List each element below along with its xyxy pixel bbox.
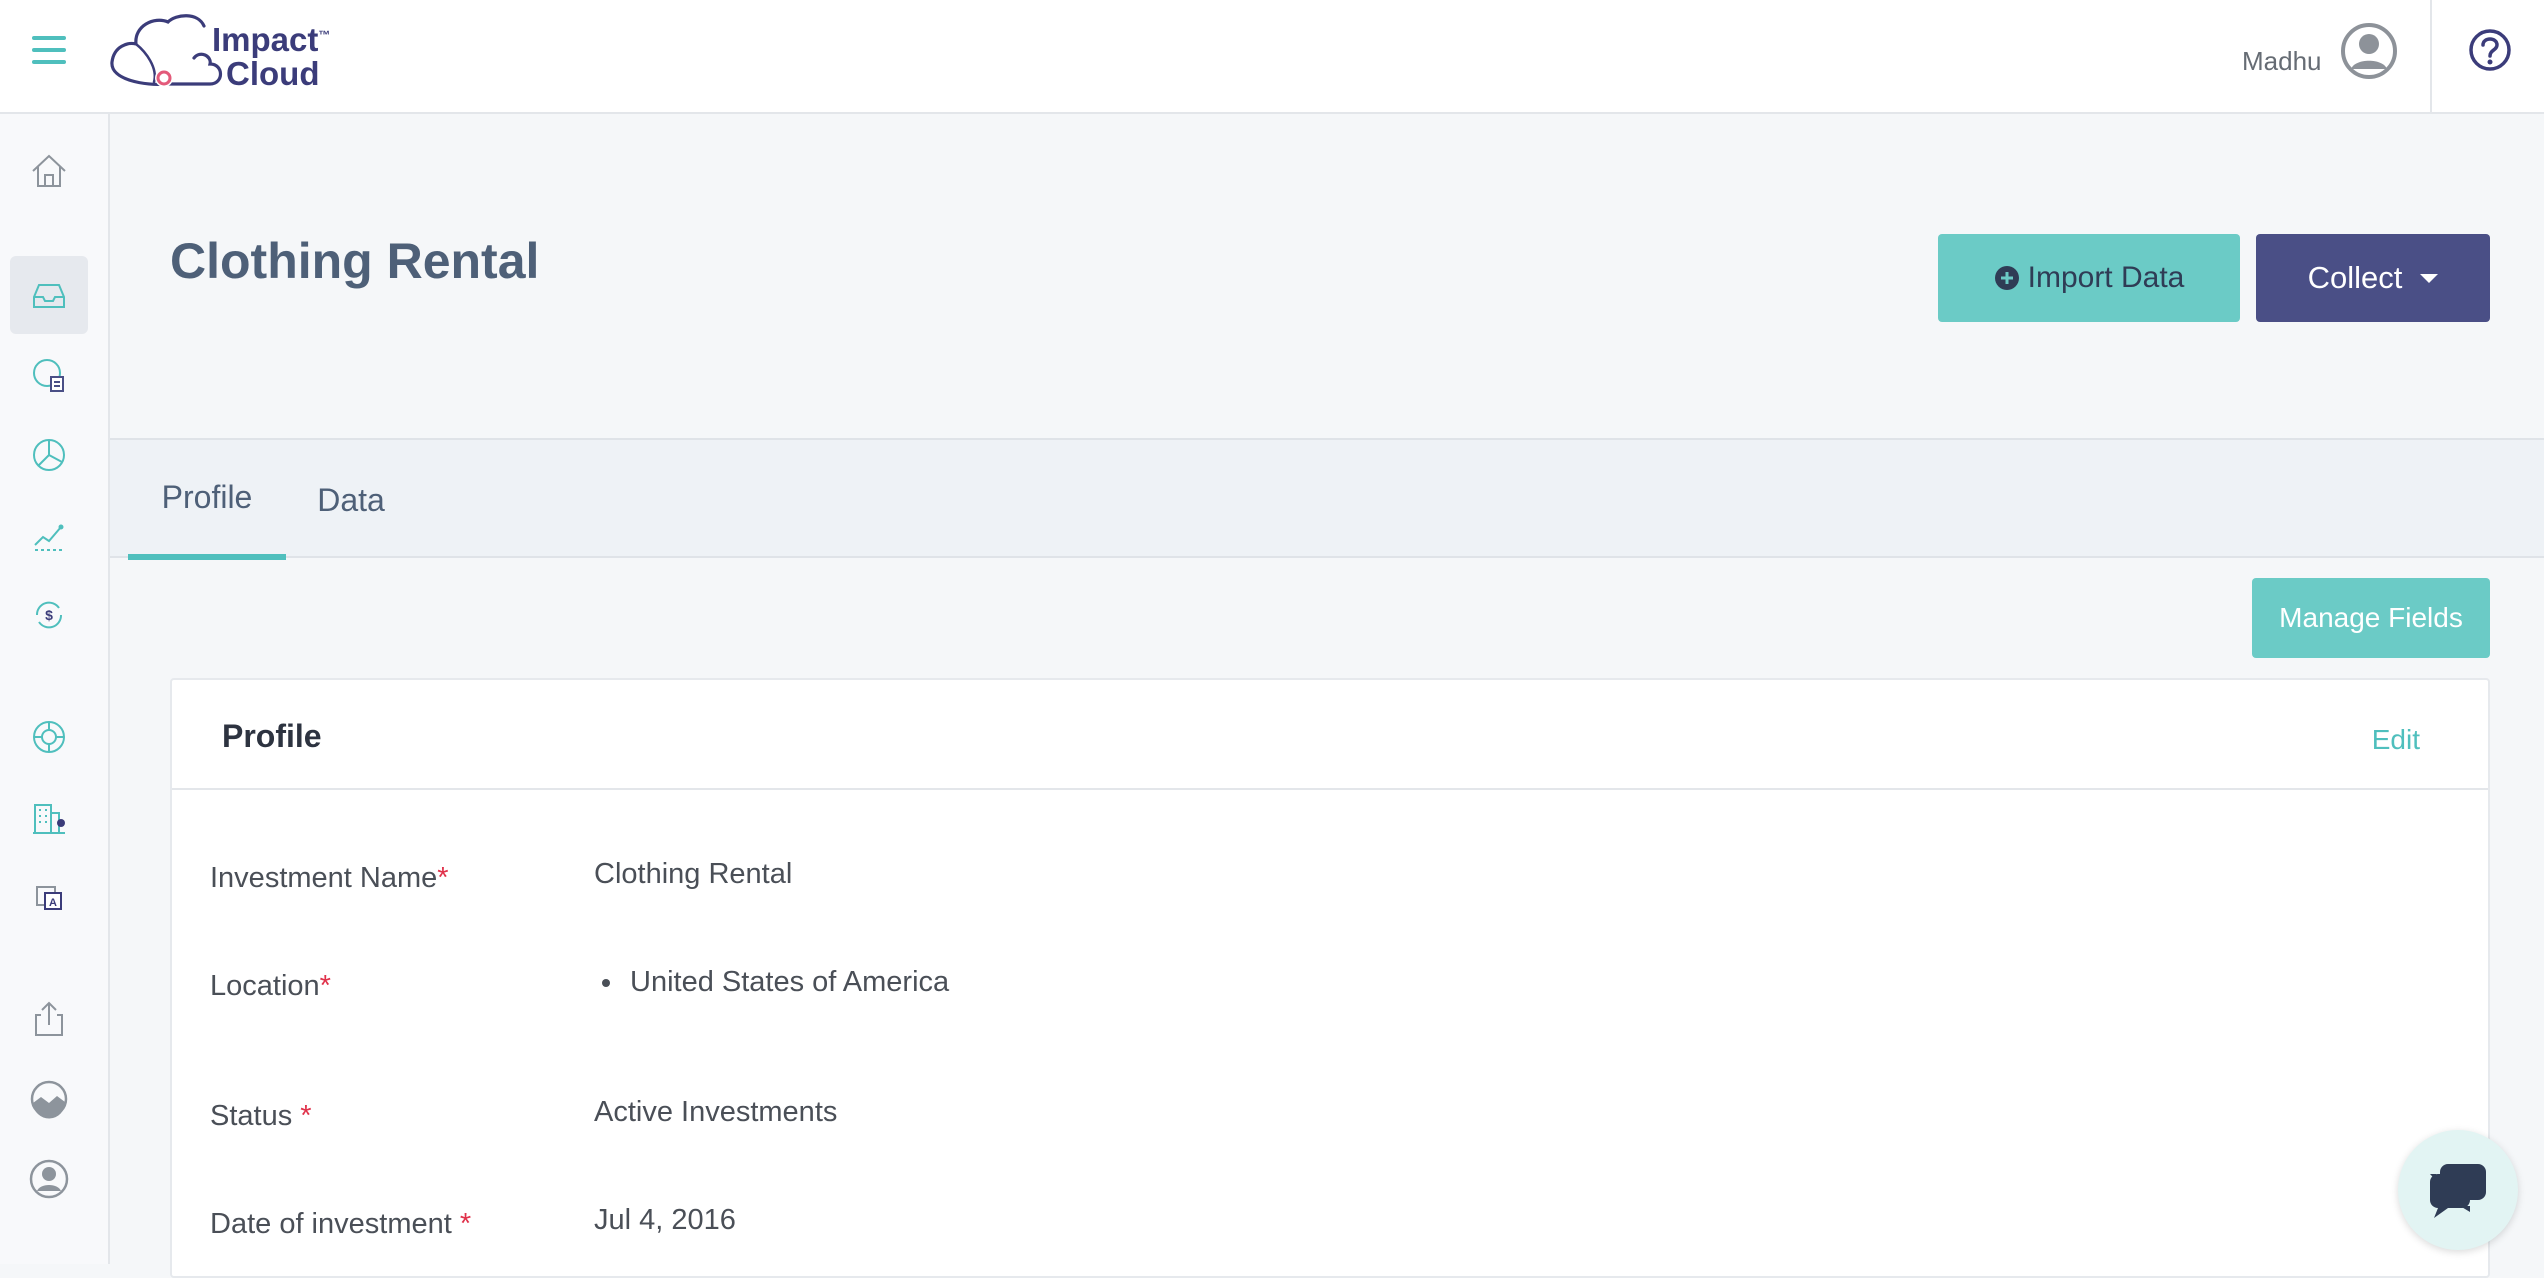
required-marker: * xyxy=(459,1208,472,1240)
page-title: Clothing Rental xyxy=(170,233,540,289)
trend-chart-icon xyxy=(34,524,64,551)
list-bullet xyxy=(602,979,610,988)
left-sidebar: $ A xyxy=(0,114,110,1264)
collect-label: Collect xyxy=(2307,260,2403,295)
sidebar-support[interactable] xyxy=(10,698,88,776)
required-marker: * xyxy=(437,862,449,894)
field-value-location: United States of America xyxy=(596,966,949,999)
field-label-date-of-investment: Date of investment * xyxy=(210,1208,471,1241)
topbar-divider xyxy=(2430,0,2432,114)
edit-profile-link[interactable]: Edit xyxy=(2372,724,2420,756)
support-icon xyxy=(33,721,65,753)
sidebar-landscape[interactable] xyxy=(10,1060,88,1138)
translate-icon: A xyxy=(36,886,62,910)
profile-card: Profile Edit Investment Name* Clothing R… xyxy=(170,678,2490,1278)
user-name[interactable]: Madhu xyxy=(2242,46,2322,77)
sidebar-trend-chart[interactable] xyxy=(10,496,88,574)
logo-text: Impact™ Cloud xyxy=(212,18,330,91)
field-label-status: Status * xyxy=(210,1100,312,1133)
sidebar-export[interactable] xyxy=(10,980,88,1058)
export-icon xyxy=(35,1001,63,1036)
survey-icon xyxy=(33,359,64,392)
inbox-icon xyxy=(33,284,65,308)
profile-card-title: Profile xyxy=(222,718,322,754)
required-marker: * xyxy=(319,970,331,1002)
sidebar-finance[interactable]: $ xyxy=(10,576,88,654)
logo-line2: Cloud xyxy=(226,55,320,92)
chat-widget-button[interactable] xyxy=(2398,1130,2518,1250)
logo-trademark: ™ xyxy=(318,28,331,42)
sidebar-inbox[interactable] xyxy=(10,256,88,334)
tab-data[interactable]: Data xyxy=(296,440,406,560)
chat-icon xyxy=(2430,1164,2486,1218)
sidebar-translate[interactable]: A xyxy=(10,858,88,936)
import-data-label: Import Data xyxy=(2027,261,2185,294)
home-icon xyxy=(32,154,66,187)
location-value: United States of America xyxy=(630,966,950,998)
finance-icon: $ xyxy=(35,601,63,629)
field-value-status: Active Investments xyxy=(594,1096,838,1128)
building-icon xyxy=(33,804,65,834)
date-of-investment-label: Date of investment xyxy=(210,1208,460,1240)
import-data-button[interactable]: Import Data xyxy=(1938,234,2240,322)
field-label-investment-name: Investment Name* xyxy=(210,862,449,895)
field-label-location: Location* xyxy=(210,970,331,1003)
location-label: Location xyxy=(210,970,320,1002)
main-content: Clothing Rental Import Data Collect Prof… xyxy=(110,114,2544,1278)
hamburger-menu-icon[interactable] xyxy=(32,36,66,66)
investment-name-label: Investment Name xyxy=(210,862,438,894)
status-label: Status xyxy=(210,1100,301,1132)
required-marker: * xyxy=(300,1100,312,1132)
manage-fields-button[interactable]: Manage Fields xyxy=(2252,578,2490,658)
top-bar: Impact™ Cloud Madhu xyxy=(0,0,2544,114)
help-icon[interactable] xyxy=(2468,28,2512,72)
svg-text:A: A xyxy=(49,897,57,909)
svg-text:$: $ xyxy=(45,607,53,623)
tabs-bar: Profile Data xyxy=(110,438,2544,560)
field-value-date-of-investment: Jul 4, 2016 xyxy=(594,1204,736,1236)
tab-profile[interactable]: Profile xyxy=(128,440,286,560)
sidebar-survey[interactable] xyxy=(10,336,88,414)
sidebar-user-account[interactable] xyxy=(10,1140,88,1218)
plus-circle-icon xyxy=(1994,266,2019,290)
pie-chart-icon xyxy=(33,439,65,471)
user-avatar-icon[interactable] xyxy=(2340,22,2398,80)
field-value-investment-name: Clothing Rental xyxy=(594,858,793,890)
sidebar-home[interactable] xyxy=(10,132,88,210)
landscape-icon xyxy=(30,1080,68,1119)
collect-dropdown-button[interactable]: Collect xyxy=(2256,234,2490,322)
profile-card-header: Profile Edit xyxy=(172,680,2488,790)
caret-down-icon xyxy=(2420,273,2439,283)
sidebar-pie-chart[interactable] xyxy=(10,416,88,494)
logo-line1: Impact xyxy=(212,21,319,58)
user-account-icon xyxy=(29,1159,69,1199)
sidebar-building[interactable] xyxy=(10,778,88,856)
